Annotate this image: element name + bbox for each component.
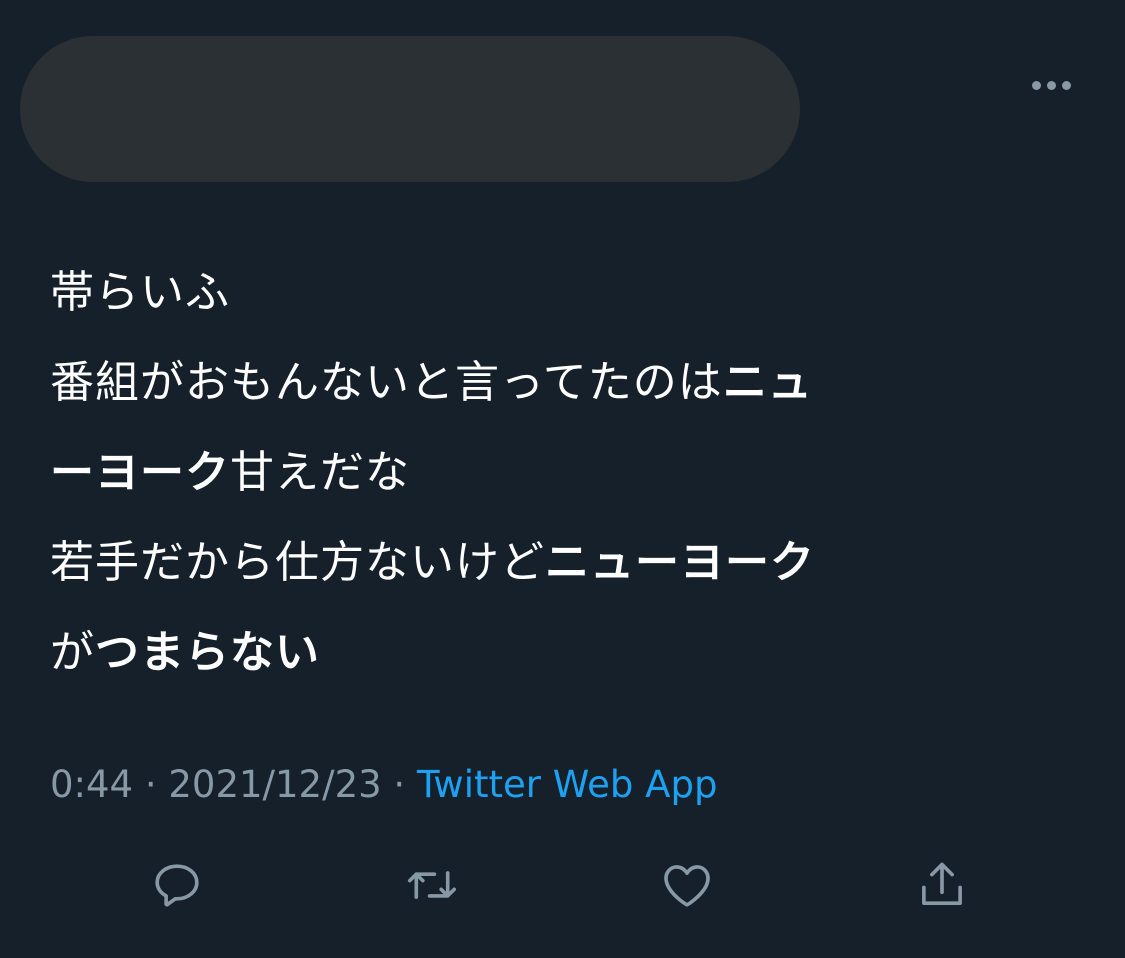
tweet-text-segment: が (50, 627, 95, 678)
tweet-text-bold-segment: ーヨーク (50, 447, 230, 498)
tweet-text-segment: 甘えだな (230, 447, 410, 498)
tweet-meta: 0:44 · 2021/12/23 · Twitter Web App (50, 762, 717, 808)
tweet-text: 帯らいふ 番組がおもんないと言ってたのはニュ ーヨーク甘えだな 若手だから仕方ないけど… (50, 248, 1090, 698)
tweet-text-segment: 若手だから仕方ないけど (50, 537, 545, 588)
retweet-icon (407, 871, 457, 899)
tweet-text-segment: 帯らいふ (50, 267, 230, 318)
tweet-text-segment: 番組がおもんないと言ってたのは (50, 357, 723, 408)
tweet-text-line: がつまらない (50, 608, 1090, 698)
tweet-text-line: 若手だから仕方ないけどニューヨーク (50, 518, 1090, 608)
more-options-icon[interactable] (1026, 70, 1076, 100)
tweet-text-bold-segment: ニュ (722, 357, 813, 408)
tweet-time: 0:44 (50, 763, 134, 806)
tweet-text-bold-segment: ニューヨーク (545, 537, 815, 588)
like-icon (664, 865, 710, 907)
tweet-source-link[interactable]: Twitter Web App (417, 763, 717, 806)
tweet-text-bold-segment: つまらない (95, 627, 320, 678)
share-button[interactable] (907, 850, 977, 920)
meta-separator: · (381, 763, 417, 806)
reply-button[interactable] (142, 850, 212, 920)
meta-separator: · (133, 763, 169, 806)
like-button[interactable] (652, 850, 722, 920)
tweet-text-line: ーヨーク甘えだな (50, 428, 1090, 518)
share-icon (922, 862, 962, 905)
tweet-text-line: 番組がおもんないと言ってたのはニュ (50, 338, 1090, 428)
tweet-actions (0, 850, 1125, 920)
reply-icon (155, 864, 199, 907)
retweet-button[interactable] (397, 850, 467, 920)
redacted-user-header (20, 36, 800, 182)
tweet-date: 2021/12/23 (168, 763, 382, 806)
tweet-text-line: 帯らいふ (50, 248, 1090, 338)
